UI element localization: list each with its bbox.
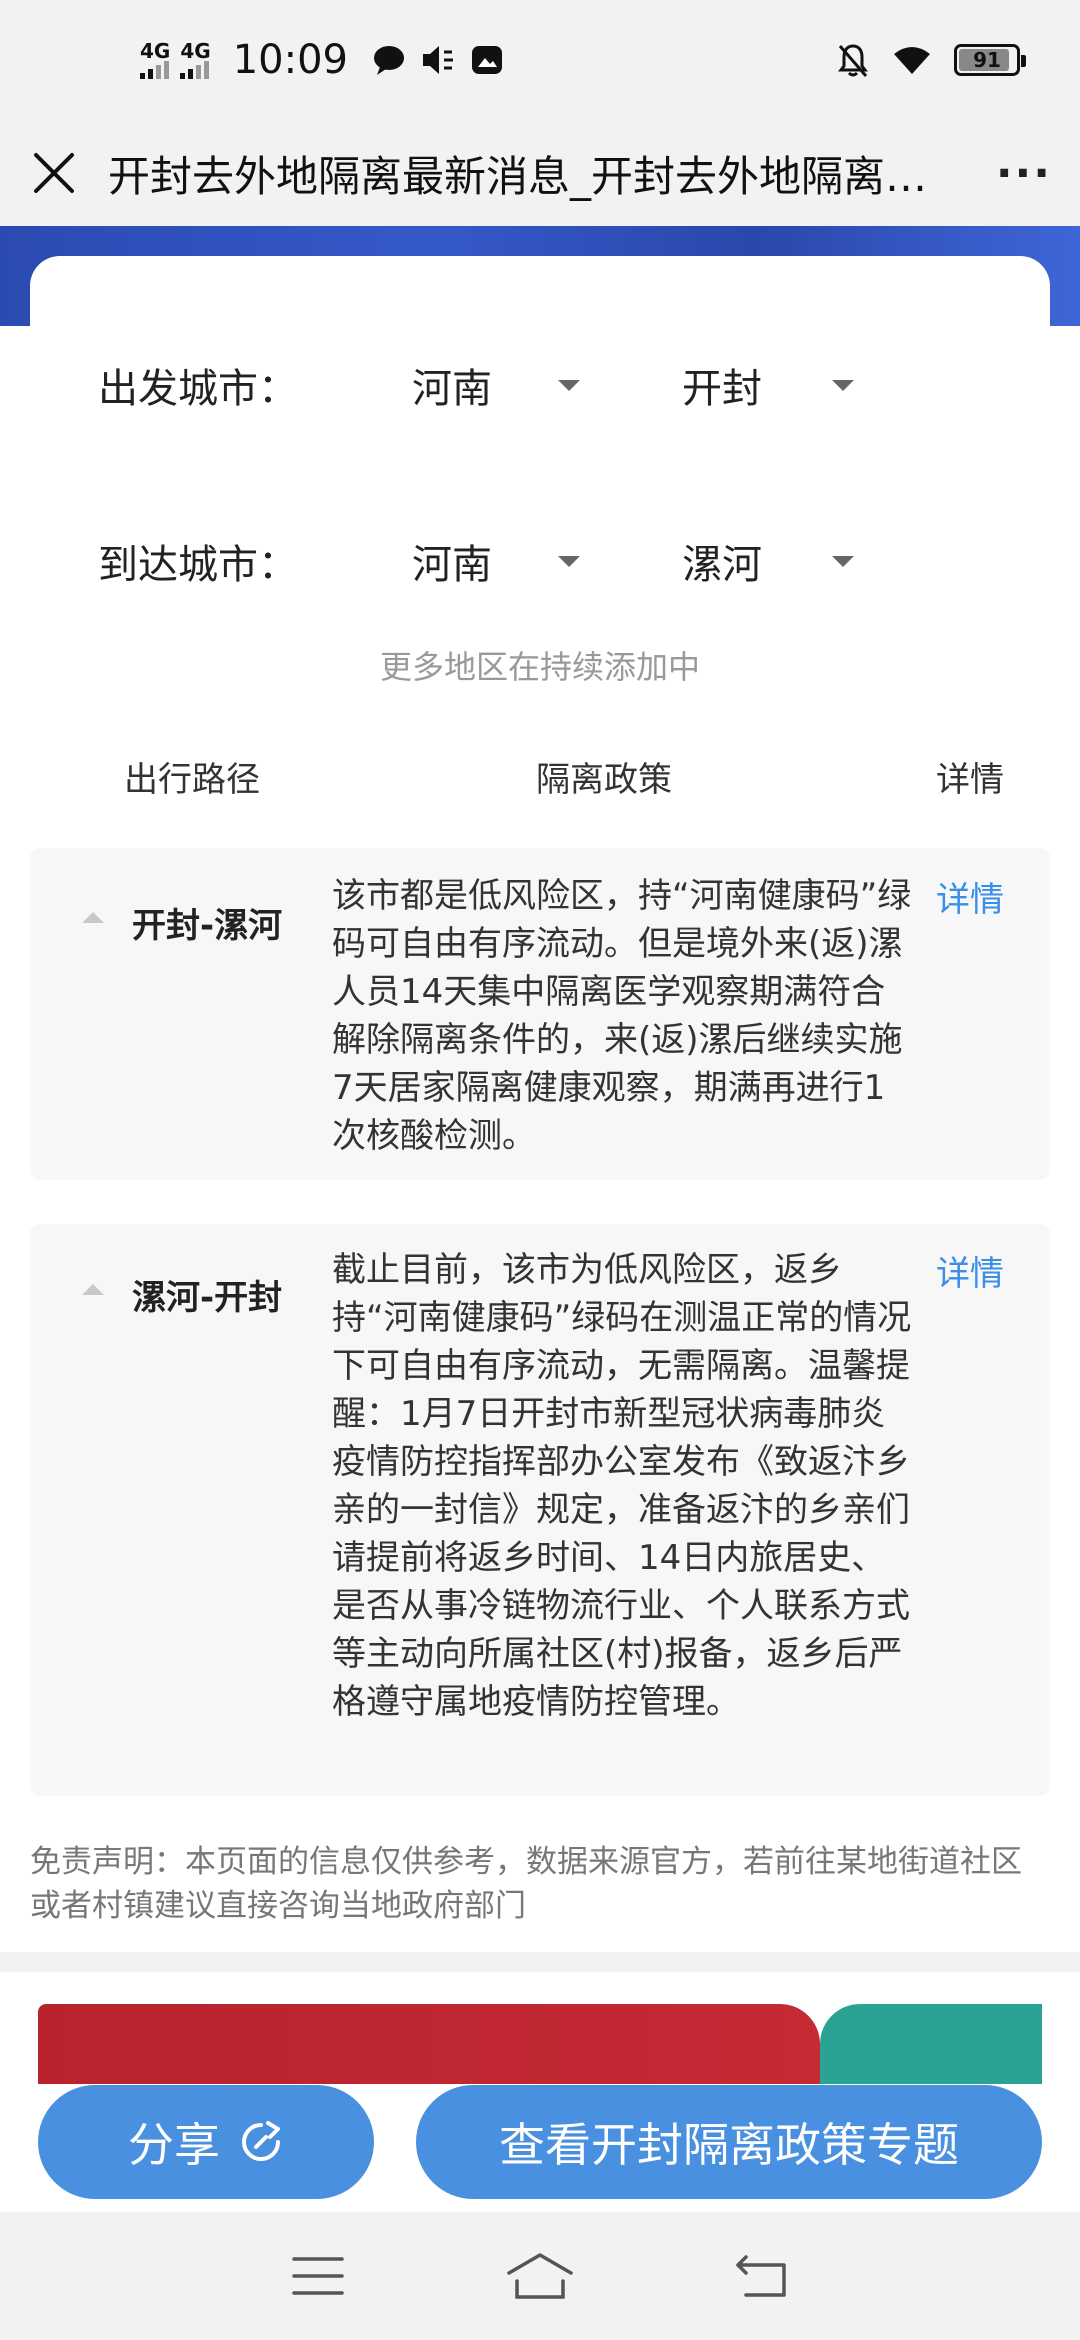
signal-icon: 4G <box>140 41 170 79</box>
caret-down-icon <box>558 379 580 391</box>
arrival-city-value: 漯河 <box>682 542 762 588</box>
speaker-icon <box>422 46 453 74</box>
page-title: 开封去外地隔离最新消息_开封去外地隔离政策 <box>108 151 938 201</box>
caret-down-icon <box>558 555 580 567</box>
route-row: 开封-漯河 该市都是低风险区，持“河南健康码”绿码可自由有序流动。但是境外来(返… <box>30 848 1050 1180</box>
promo-banner-teal[interactable] <box>820 2004 1042 2084</box>
disclaimer: 免责声明：本页面的信息仅供参考，数据来源官方，若前往某地街道社区或者村镇建议直接… <box>30 1844 1022 1924</box>
close-icon <box>34 153 74 193</box>
route-policy: 截止目前，该市为低风险区，返乡持“河南健康码”绿码在测温正常的情况下可自由有序流… <box>332 1250 912 1722</box>
route-name: 漯河-开封 <box>132 1278 283 1318</box>
collapse-icon[interactable] <box>82 912 104 923</box>
arrival-selector: 到达城市： 河南 漯河 <box>98 532 938 590</box>
more-regions-hint: 更多地区在持续添加中 <box>379 648 700 686</box>
departure-province-select[interactable]: 河南 <box>398 356 668 414</box>
arrival-label: 到达城市： <box>98 542 298 588</box>
mute-bell-icon <box>838 44 868 77</box>
menu-icon[interactable] <box>290 2255 346 2297</box>
route-policy: 该市都是低风险区，持“河南健康码”绿码可自由有序流动。但是境外来(返)漯人员14… <box>332 876 912 1156</box>
detail-link[interactable]: 详情 <box>936 872 1004 921</box>
departure-province-value: 河南 <box>412 366 492 412</box>
header-route: 出行路径 <box>124 760 260 800</box>
network-type-label: 4G <box>180 39 211 63</box>
more-button[interactable]: ··· <box>996 148 1052 199</box>
clock: 10:09 <box>232 37 348 83</box>
close-button[interactable] <box>28 147 80 199</box>
route-name: 开封-漯河 <box>132 906 283 946</box>
departure-label: 出发城市： <box>98 366 298 412</box>
caret-down-icon <box>832 555 854 567</box>
wifi-icon <box>894 47 930 74</box>
message-icon <box>373 46 404 75</box>
home-icon[interactable] <box>505 2251 575 2301</box>
detail-link[interactable]: 详情 <box>936 1246 1004 1295</box>
arrival-province-value: 河南 <box>412 542 492 588</box>
promo-banner-red[interactable] <box>38 2004 820 2084</box>
header-policy: 隔离政策 <box>536 760 672 800</box>
card-top-edge <box>30 256 1050 336</box>
main-content: 出发城市： 河南 开封 到达城市： 河南 漯河 更多地区在持续添加中 出行路径 … <box>0 256 1080 1952</box>
arrival-province-select[interactable]: 河南 <box>398 532 668 590</box>
network-type-label: 4G <box>140 39 171 63</box>
policy-topic-button[interactable]: 查看开封隔离政策专题 <box>416 2085 1042 2199</box>
share-label: 分享 <box>128 2118 220 2172</box>
system-nav-bar <box>0 2212 1080 2340</box>
collapse-icon[interactable] <box>82 1284 104 1295</box>
back-icon[interactable] <box>734 2253 790 2299</box>
signal-icon: 4G <box>180 39 211 79</box>
header-detail: 详情 <box>936 760 1004 800</box>
title-bar: 开封去外地隔离最新消息_开封去外地隔离政策 ··· <box>0 120 1080 226</box>
battery-level: 91 <box>973 48 1001 72</box>
arrival-city-select[interactable]: 漯河 <box>668 532 938 590</box>
battery-icon: 91 <box>954 44 1026 76</box>
share-icon <box>242 2121 280 2161</box>
status-right: 91 <box>836 42 1026 78</box>
departure-city-value: 开封 <box>682 366 762 412</box>
share-button[interactable]: 分享 <box>38 2085 374 2199</box>
gallery-icon <box>471 46 502 74</box>
caret-down-icon <box>832 379 854 391</box>
status-bar: 4G 4G 10:09 91 <box>0 0 1080 120</box>
status-left: 4G 4G 10:09 <box>140 37 504 83</box>
route-row: 漯河-开封 截止目前，该市为低风险区，返乡持“河南健康码”绿码在测温正常的情况下… <box>30 1224 1050 1796</box>
policy-topic-label: 查看开封隔离政策专题 <box>499 2118 959 2172</box>
departure-selector: 出发城市： 河南 开封 <box>98 356 938 414</box>
departure-city-select[interactable]: 开封 <box>668 356 938 414</box>
